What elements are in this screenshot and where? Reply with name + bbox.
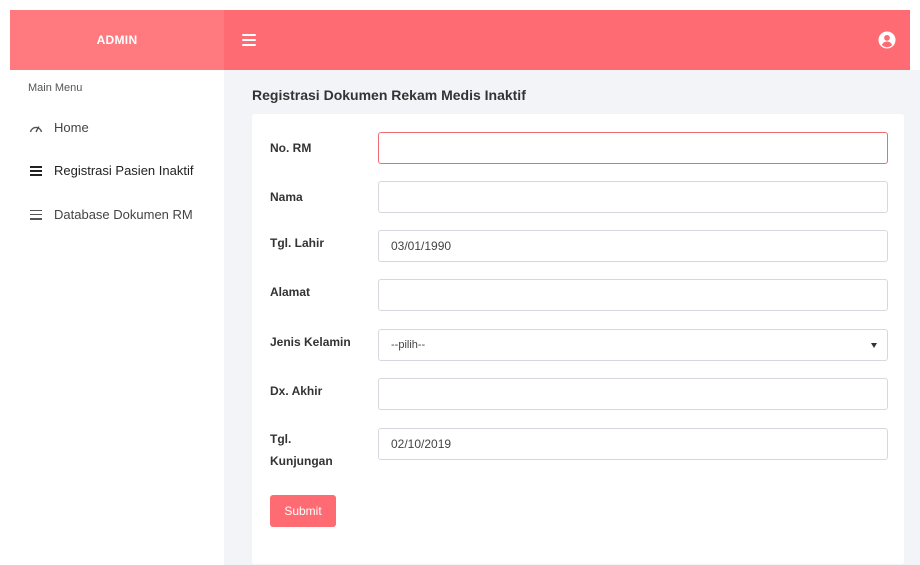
sidebar-header: Main Menu bbox=[28, 82, 83, 94]
alamat-input[interactable] bbox=[378, 279, 888, 311]
no-rm-label: No. RM bbox=[270, 141, 312, 155]
tgl-lahir-input[interactable] bbox=[378, 230, 888, 262]
no-rm-input[interactable] bbox=[378, 132, 888, 164]
sidebar-item-label: Home bbox=[54, 120, 89, 135]
dx-akhir-label: Dx. Akhir bbox=[270, 384, 323, 398]
gauge-icon bbox=[28, 121, 44, 135]
form-row-no-rm: No. RM bbox=[270, 132, 888, 164]
form-row-tgl-lahir: Tgl. Lahir bbox=[270, 230, 888, 262]
form-row-nama: Nama bbox=[270, 181, 888, 213]
jenis-kelamin-selected-value: --pilih-- bbox=[391, 339, 426, 351]
form-row-alamat: Alamat bbox=[270, 279, 888, 311]
nama-input[interactable] bbox=[378, 181, 888, 213]
form-row-jenis-kelamin: Jenis Kelamin --pilih-- bbox=[270, 329, 888, 361]
brand-logo[interactable]: ADMIN bbox=[10, 10, 224, 70]
list-icon bbox=[28, 208, 44, 222]
page-title: Registrasi Dokumen Rekam Medis Inaktif bbox=[252, 87, 526, 103]
sidebar: Main Menu Home Registrasi Pasien Inaktif… bbox=[0, 70, 224, 565]
registration-form-card: No. RM Nama Tgl. Lahir Alamat Jenis Kela… bbox=[252, 114, 904, 564]
sidebar-item-database-dokumen-rm[interactable]: Database Dokumen RM bbox=[28, 207, 193, 222]
user-circle-icon[interactable] bbox=[878, 31, 896, 49]
top-strip bbox=[0, 0, 920, 10]
dx-akhir-input[interactable] bbox=[378, 378, 888, 410]
caret-down-icon bbox=[871, 342, 877, 348]
alamat-label: Alamat bbox=[270, 285, 311, 299]
sidebar-item-registrasi-pasien-inaktif[interactable]: Registrasi Pasien Inaktif bbox=[28, 163, 193, 178]
jenis-kelamin-label: Jenis Kelamin bbox=[270, 335, 351, 349]
sidebar-item-label: Database Dokumen RM bbox=[54, 207, 193, 222]
tgl-kunjungan-input[interactable] bbox=[378, 428, 888, 460]
jenis-kelamin-select[interactable]: --pilih-- bbox=[378, 329, 888, 361]
main-content: Registrasi Dokumen Rekam Medis Inaktif N… bbox=[224, 70, 920, 565]
list-icon bbox=[28, 164, 44, 178]
top-navbar bbox=[224, 10, 910, 70]
hamburger-menu-icon[interactable] bbox=[242, 34, 256, 46]
submit-button[interactable]: Submit bbox=[270, 495, 336, 527]
sidebar-item-home[interactable]: Home bbox=[28, 120, 89, 135]
form-row-dx-akhir: Dx. Akhir bbox=[270, 378, 888, 410]
nama-label: Nama bbox=[270, 190, 303, 204]
tgl-lahir-label: Tgl. Lahir bbox=[270, 236, 324, 250]
sidebar-item-label: Registrasi Pasien Inaktif bbox=[54, 163, 194, 178]
form-row-tgl-kunjungan: Tgl. Kunjungan bbox=[270, 428, 888, 472]
tgl-kunjungan-label: Tgl. Kunjungan bbox=[270, 432, 333, 468]
